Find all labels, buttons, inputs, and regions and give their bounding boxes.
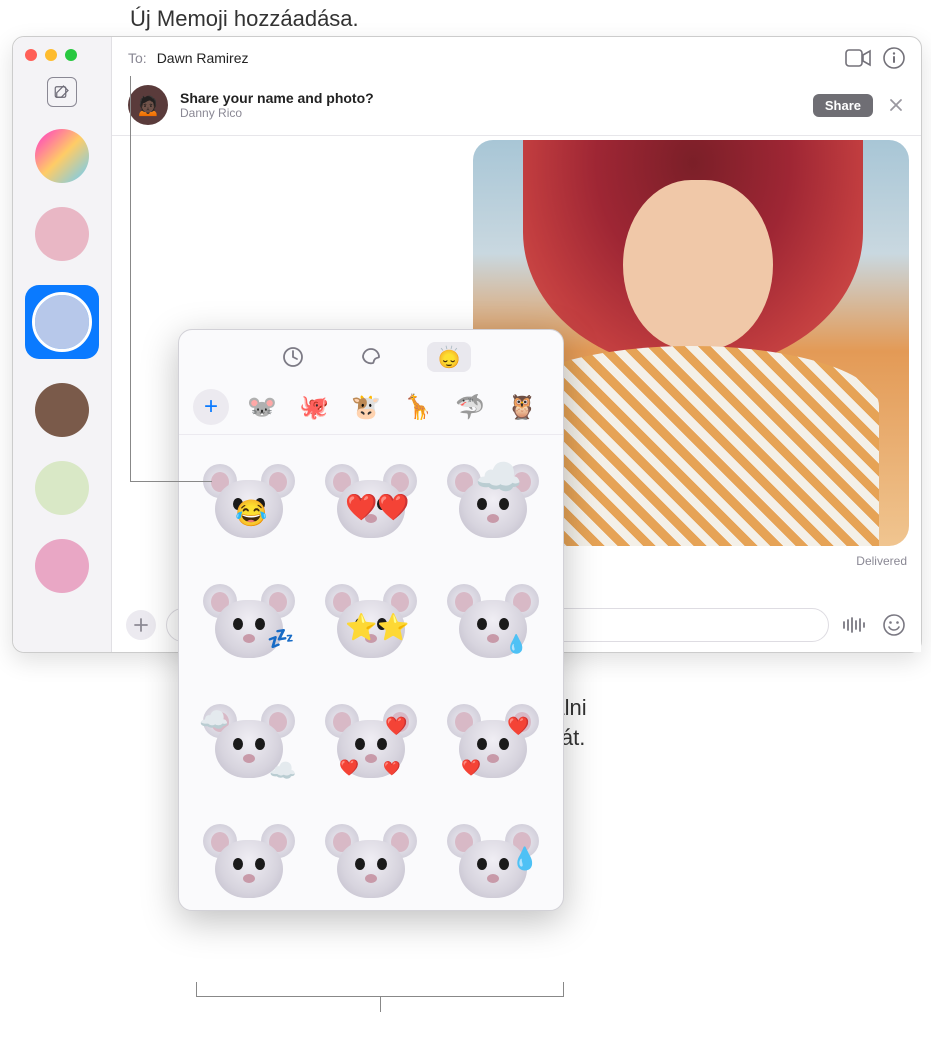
memoji-sticker[interactable]: ❤️❤️ xyxy=(315,449,427,557)
memoji-sticker[interactable]: ❤️ ❤️ ❤️ xyxy=(315,689,427,797)
smiley-icon xyxy=(883,614,905,636)
conversation-item[interactable] xyxy=(35,383,89,437)
memoji-avatar-mouse[interactable]: 🐭 xyxy=(243,388,281,426)
memoji-sticker[interactable]: ☁️ xyxy=(437,449,549,557)
delivery-status: Delivered xyxy=(856,554,907,568)
memoji-sticker[interactable]: ☁️ ☁️ xyxy=(193,689,305,797)
memoji-sticker-popover: 🙂‍↕️ + 🐭 🐙 🐮 🦒 🦈 🦉 😂❤️❤️☁️💤⭐⭐💧☁️☁️❤️❤️❤️… xyxy=(178,329,564,911)
sticker-overlay-icon: ❤️ xyxy=(377,492,409,523)
compose-icon xyxy=(53,83,71,101)
tab-stickers[interactable] xyxy=(349,342,393,372)
sticker-overlay-icon: 😂 xyxy=(235,498,267,529)
close-icon xyxy=(889,98,903,112)
video-camera-icon xyxy=(845,49,871,67)
sticker-overlay-icon: 💧 xyxy=(511,846,538,872)
memoji-sticker[interactable] xyxy=(315,809,427,910)
memoji-sticker[interactable]: 💧 xyxy=(437,809,549,910)
memoji-sticker[interactable]: 💧 xyxy=(437,569,549,677)
sticker-overlay-icon: ❤️ xyxy=(461,758,481,778)
to-label: To: xyxy=(128,50,147,66)
audio-record-button[interactable] xyxy=(839,610,869,640)
conversation-item[interactable] xyxy=(35,539,89,593)
memoji-sticker[interactable]: ⭐⭐ xyxy=(315,569,427,677)
memoji-avatar-octopus[interactable]: 🐙 xyxy=(295,388,333,426)
sticker-overlay-icon: ⭐ xyxy=(345,612,377,643)
zoom-window-button[interactable] xyxy=(65,49,77,61)
share-name-banner: 🙍🏿 Share your name and photo? Danny Rico… xyxy=(112,77,921,136)
callout-leader xyxy=(130,481,212,482)
memoji-avatar-row: + 🐭 🐙 🐮 🦒 🦈 🦉 xyxy=(179,378,563,435)
facetime-button[interactable] xyxy=(845,45,871,71)
memoji-avatar-giraffe[interactable]: 🦒 xyxy=(399,388,437,426)
memoji-sticker[interactable]: ❤️ ❤️ xyxy=(437,689,549,797)
to-recipient: Dawn Ramirez xyxy=(157,50,249,66)
conversation-header: To: Dawn Ramirez xyxy=(112,37,921,77)
plus-icon xyxy=(133,617,149,633)
memoji-sticker[interactable] xyxy=(193,809,305,910)
sticker-overlay-icon: 💧 xyxy=(505,634,527,655)
emoji-picker-button[interactable] xyxy=(879,610,909,640)
add-memoji-button[interactable]: + xyxy=(193,389,229,425)
sticker-overlay-icon: ☁️ xyxy=(475,456,522,500)
memoji-sticker-grid: 😂❤️❤️☁️💤⭐⭐💧☁️☁️❤️❤️❤️❤️❤️💧 xyxy=(179,435,563,910)
share-button[interactable]: Share xyxy=(813,94,873,117)
memoji-sticker[interactable]: 💤 xyxy=(193,569,305,677)
tab-recent[interactable] xyxy=(271,342,315,372)
sticker-pack-icon xyxy=(360,346,382,368)
sticker-overlay-icon: ❤️ xyxy=(385,716,407,737)
callout-leader xyxy=(130,76,131,481)
sticker-overlay-icon: 💤 xyxy=(267,626,294,652)
banner-title: Share your name and photo? xyxy=(180,90,374,106)
memoji-avatar-shark[interactable]: 🦈 xyxy=(451,388,489,426)
conversation-item-selected[interactable] xyxy=(25,285,99,359)
info-icon xyxy=(883,47,905,69)
conversation-item[interactable] xyxy=(35,207,89,261)
clock-icon xyxy=(282,346,304,368)
conversation-item[interactable] xyxy=(35,461,89,515)
details-button[interactable] xyxy=(881,45,907,71)
minimize-window-button[interactable] xyxy=(45,49,57,61)
window-controls xyxy=(13,49,77,61)
banner-subtitle: Danny Rico xyxy=(180,106,374,120)
sticker-overlay-icon: ⭐ xyxy=(377,612,409,643)
sticker-overlay-icon: ❤️ xyxy=(383,760,400,777)
sticker-overlay-icon: ❤️ xyxy=(345,492,377,523)
sticker-overlay-icon: ☁️ xyxy=(199,706,229,735)
memoji-avatar-cow[interactable]: 🐮 xyxy=(347,388,385,426)
popover-tabs: 🙂‍↕️ xyxy=(179,330,563,378)
conversation-item[interactable] xyxy=(35,129,89,183)
tab-memoji[interactable]: 🙂‍↕️ xyxy=(427,342,471,372)
memoji-icon: 🙂‍↕️ xyxy=(437,345,462,370)
sticker-overlay-icon: ❤️ xyxy=(339,758,359,778)
conversation-list xyxy=(25,121,99,593)
sticker-overlay-icon: ❤️ xyxy=(507,716,529,737)
callout-bracket xyxy=(196,982,564,1000)
compose-button[interactable] xyxy=(47,77,77,107)
callout-add-memoji: Új Memoji hozzáadása. xyxy=(130,6,931,32)
sidebar xyxy=(13,37,112,652)
dismiss-banner-button[interactable] xyxy=(885,94,907,116)
close-window-button[interactable] xyxy=(25,49,37,61)
apps-button[interactable] xyxy=(126,610,156,640)
memoji-sticker[interactable]: 😂 xyxy=(193,449,305,557)
banner-avatar: 🙍🏿 xyxy=(128,85,168,125)
memoji-avatar-owl[interactable]: 🦉 xyxy=(503,388,541,426)
sticker-overlay-icon: ☁️ xyxy=(269,758,296,784)
waveform-icon xyxy=(842,617,866,633)
